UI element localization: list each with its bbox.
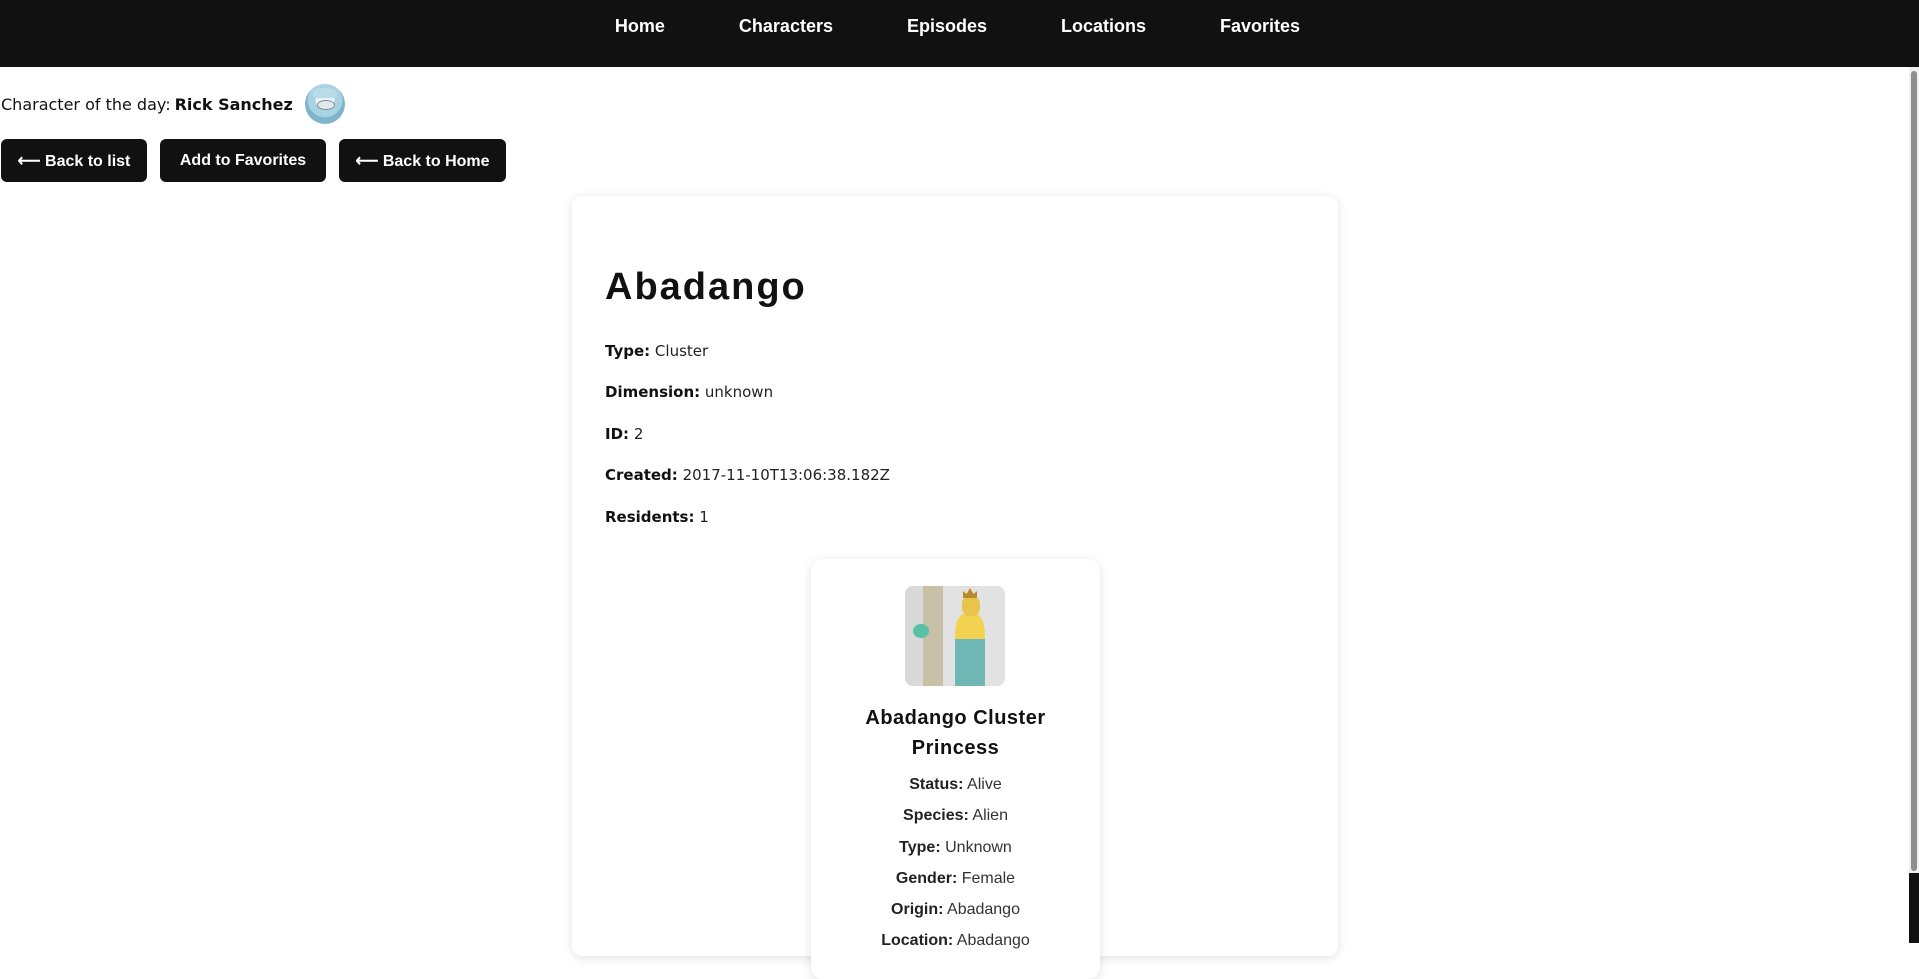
top-navbar: Home Characters Episodes Locations Favor… [0,0,1919,67]
scrollbar-thumb[interactable] [1911,71,1917,871]
location-residents: Residents: 1 [605,508,709,526]
field-value: Female [961,870,1016,887]
nav-link-favorites[interactable]: Favorites [1183,16,1337,37]
location-type: Type: Cluster [605,342,708,360]
nav-link-characters[interactable]: Characters [702,16,870,37]
field-value: 2 [633,425,644,443]
field-label: ID: [605,425,630,443]
character-of-the-day: Character of the day: Rick Sanchez [1,84,345,124]
field-label: Status: [909,776,964,793]
resident-origin: Origin: Abadango [811,901,1100,919]
nav-links: Home Characters Episodes Locations Favor… [578,16,1337,37]
figure-detail [913,624,929,638]
nav-link-locations[interactable]: Locations [1024,16,1183,37]
field-label: Created: [605,466,678,484]
location-id: ID: 2 [605,425,643,443]
scrollbar-footer [1909,873,1919,943]
back-to-list-button[interactable]: ⟵ Back to list [1,139,147,182]
location-created: Created: 2017-11-10T13:06:38.182Z [605,466,890,484]
add-to-favorites-button[interactable]: Add to Favorites [160,139,326,182]
resident-image[interactable] [905,586,1005,686]
field-value: 2017-11-10T13:06:38.182Z [682,466,890,484]
resident-species: Species: Alien [811,807,1100,825]
field-label: Dimension: [605,383,701,401]
field-label: Species: [903,807,969,824]
field-label: Origin: [891,901,944,918]
cotd-avatar[interactable] [304,84,345,124]
field-value: Alive [967,776,1002,793]
field-label: Type: [605,342,651,360]
nav-link-home[interactable]: Home [578,16,702,37]
field-value: Abadango [956,932,1030,949]
figure-body [955,614,985,686]
field-value: unknown [704,383,774,401]
cotd-label: Character of the day: [1,94,171,114]
field-label: Gender: [895,870,958,887]
figure-head [962,596,980,616]
nav-link-episodes[interactable]: Episodes [870,16,1024,37]
cotd-character-name[interactable]: Rick Sanchez [175,95,293,114]
field-label: Type: [899,839,941,856]
back-to-home-button[interactable]: ⟵ Back to Home [339,139,506,182]
field-value: Abadango [947,901,1020,918]
field-value: Cluster [654,342,709,360]
resident-card[interactable]: Abadango Cluster Princess Status: Alive … [811,559,1100,979]
resident-type: Type: Unknown [811,839,1100,857]
resident-gender: Gender: Female [811,870,1100,888]
page-scrollbar[interactable] [1909,67,1919,943]
resident-location: Location: Abadango [811,932,1100,950]
field-value: Unknown [945,839,1012,856]
field-label: Location: [881,932,954,949]
location-dimension: Dimension: unknown [605,383,773,401]
field-label: Residents: [605,508,695,526]
location-title: Abadango [605,266,807,308]
resident-status: Status: Alive [811,776,1100,794]
resident-name[interactable]: Abadango Cluster Princess [811,703,1100,763]
location-detail-card: Abadango Type: Cluster Dimension: unknow… [572,196,1338,979]
crown-icon [963,588,977,598]
field-value: Alien [972,807,1008,824]
field-value: 1 [699,508,709,526]
